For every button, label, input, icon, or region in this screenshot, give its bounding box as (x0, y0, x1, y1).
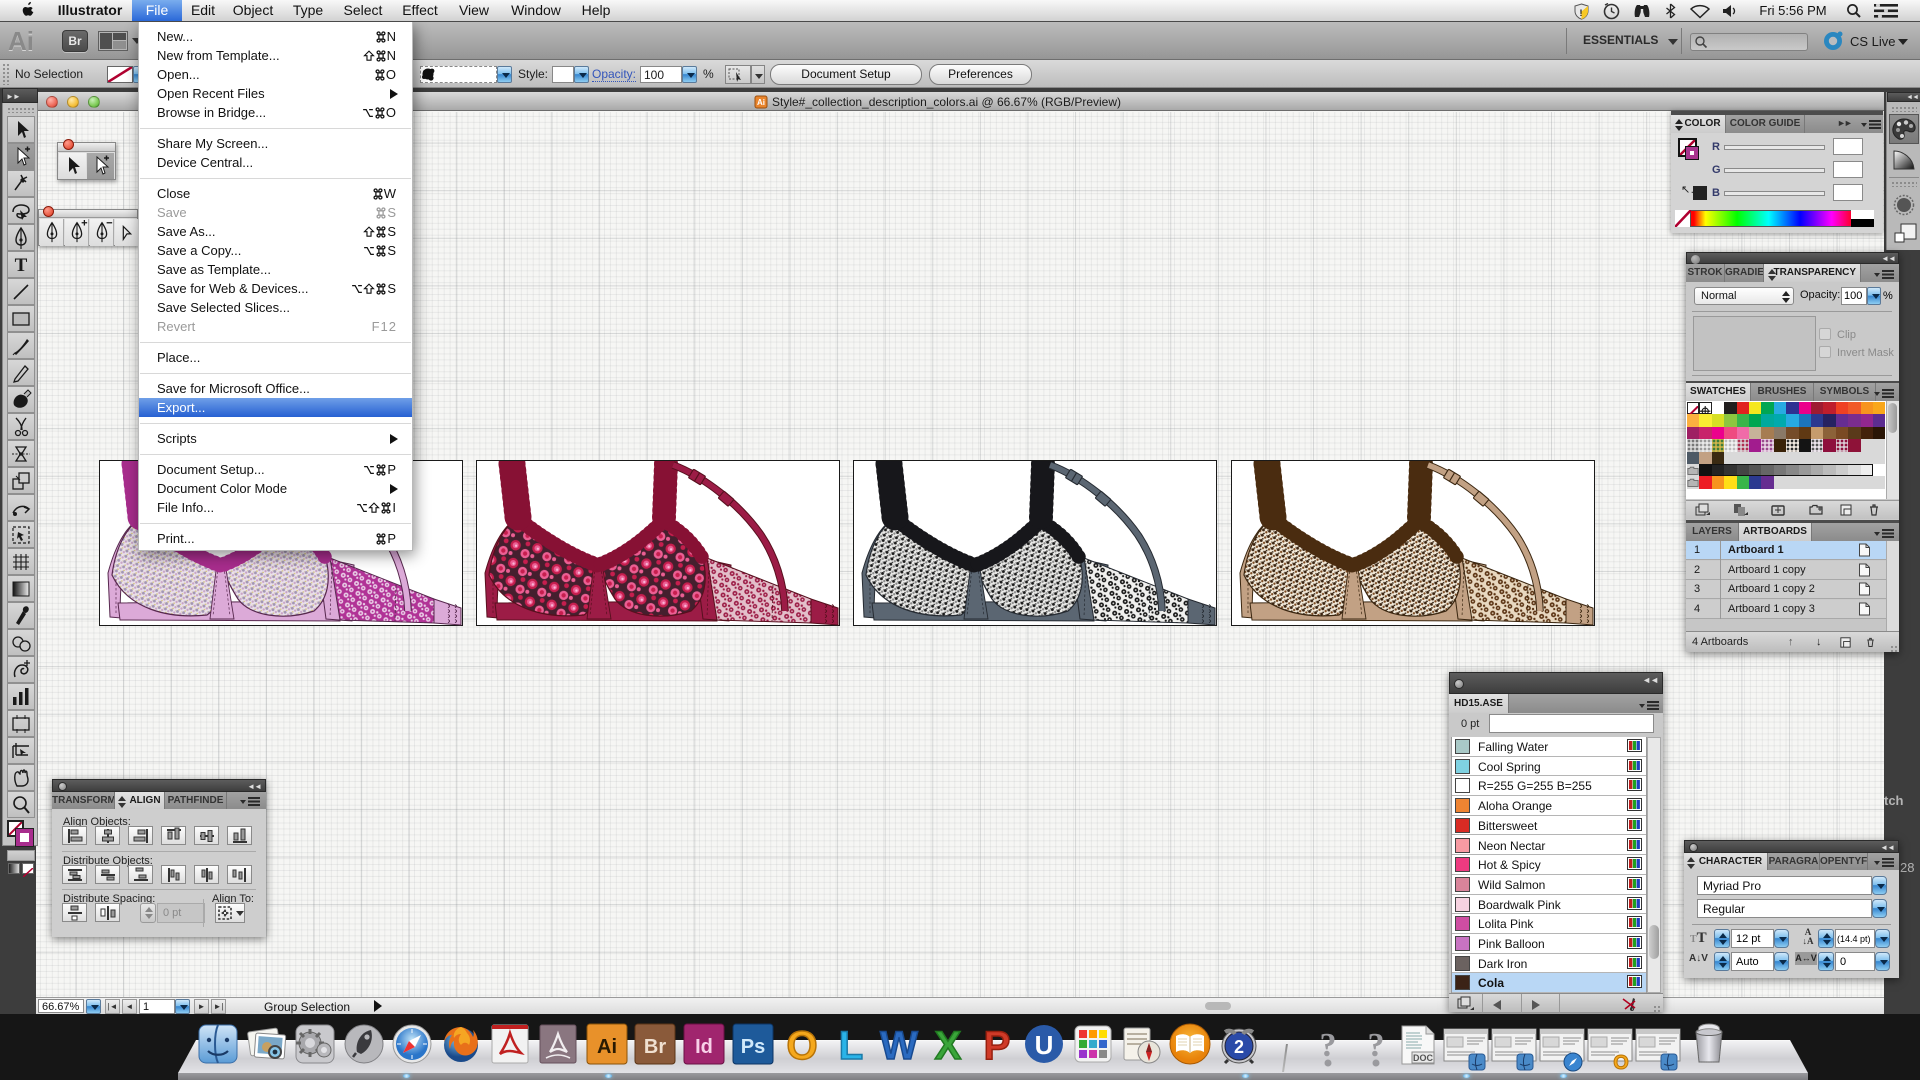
svg-text:X: X (935, 1024, 962, 1066)
svg-text:W: W (881, 1024, 919, 1066)
svg-text:DOC: DOC (1413, 1053, 1434, 1063)
svg-text:?: ? (1368, 1027, 1385, 1064)
svg-text:U: U (1035, 1030, 1054, 1060)
svg-text:Ai: Ai (757, 98, 765, 107)
svg-text:T: T (15, 255, 28, 276)
svg-text:O: O (1613, 1052, 1629, 1072)
svg-text:?: ? (1320, 1027, 1337, 1064)
svg-text:Id: Id (695, 1036, 713, 1058)
svg-text:!: ! (1580, 8, 1583, 18)
svg-text:P: P (983, 1024, 1010, 1066)
svg-text:L: L (839, 1024, 863, 1066)
svg-text:2: 2 (1234, 1037, 1244, 1057)
svg-text:O: O (787, 1024, 818, 1066)
svg-text:Ps: Ps (740, 1036, 764, 1058)
svg-text:Ai: Ai (597, 1036, 617, 1058)
svg-text:Br: Br (644, 1036, 666, 1058)
